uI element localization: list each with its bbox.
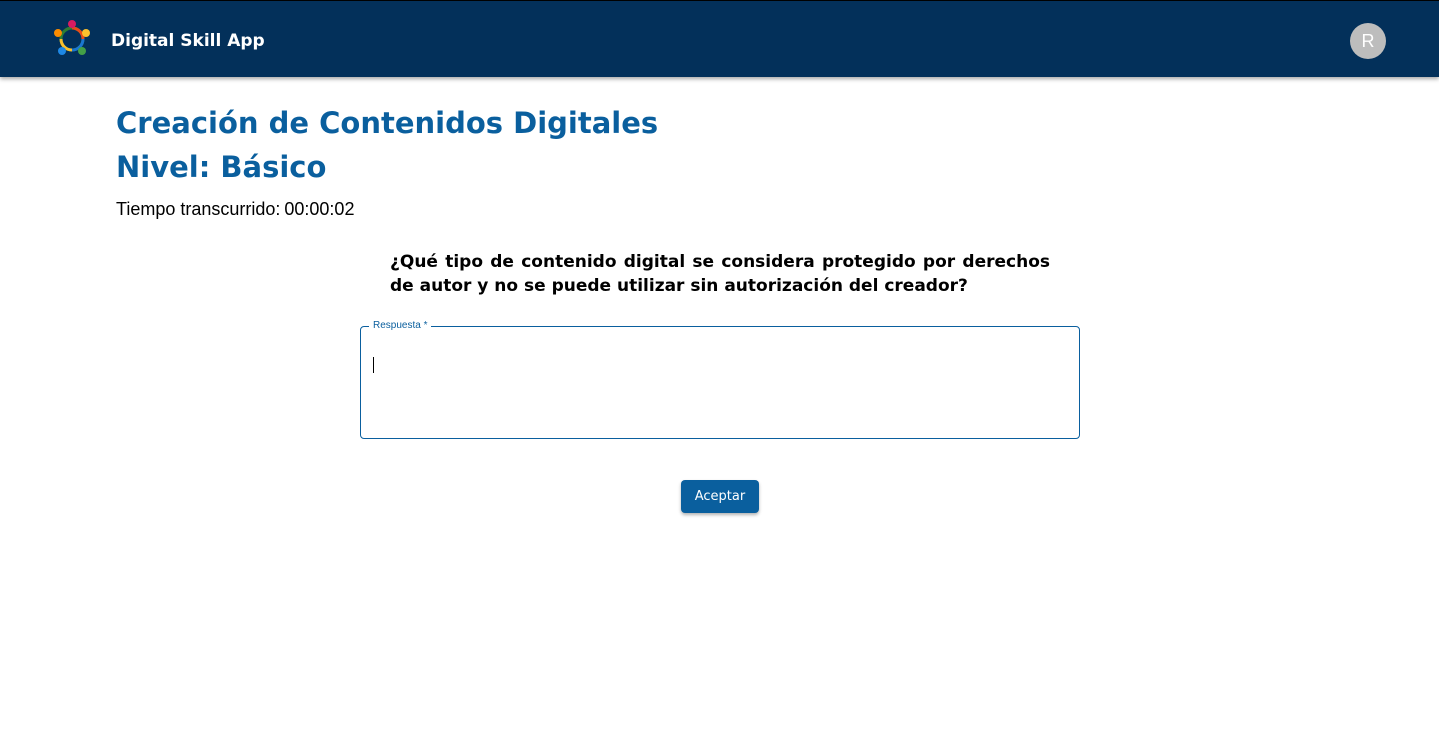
elapsed-time-value: 00:00:02 <box>284 199 355 219</box>
level-title: Nivel: Básico <box>116 150 327 184</box>
answer-field-label: Respuesta * <box>373 320 428 331</box>
elapsed-time-label: Tiempo transcurrido: <box>116 199 281 219</box>
user-avatar[interactable]: R <box>1350 23 1386 59</box>
text-cursor <box>373 357 374 373</box>
answer-field: Respuesta * <box>360 319 1080 441</box>
accept-button[interactable]: Aceptar <box>681 480 759 513</box>
answer-textarea[interactable] <box>373 351 1067 441</box>
people-circle-logo-icon[interactable] <box>52 19 92 59</box>
app-title: Digital Skill App <box>111 31 265 51</box>
question-text: ¿Qué tipo de contenido digital se consid… <box>390 252 1050 296</box>
page-title: Creación de Contenidos Digitales <box>116 106 659 140</box>
app-header: Digital Skill App R <box>0 0 1439 77</box>
elapsed-time: Tiempo transcurrido: 00:00:02 <box>116 198 354 220</box>
